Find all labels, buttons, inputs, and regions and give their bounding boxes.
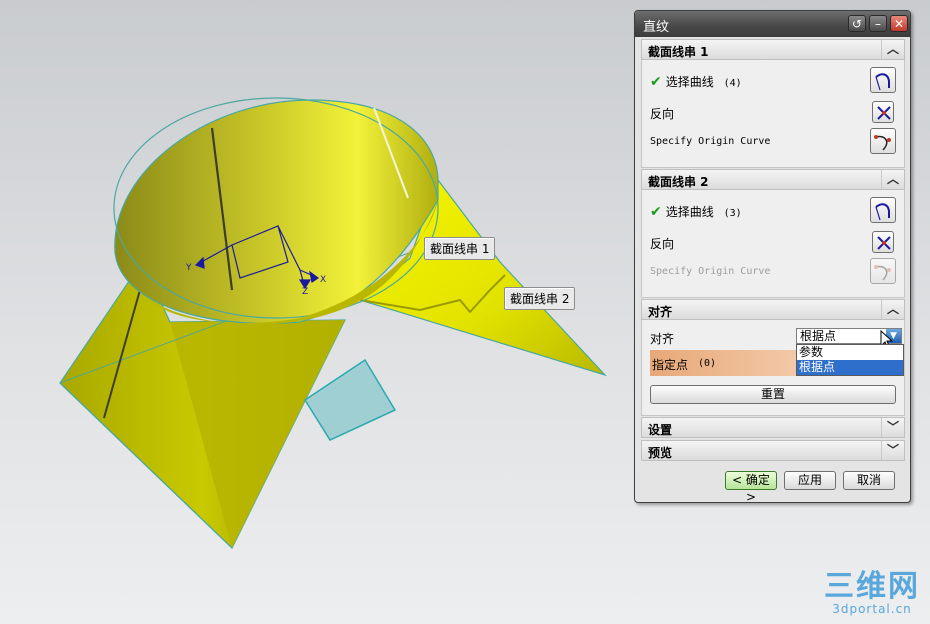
- reverse-direction-button-1[interactable]: [872, 101, 894, 123]
- reverse-label-1: 反向: [650, 107, 675, 121]
- axis-z-label: Z: [302, 287, 308, 297]
- apply-button[interactable]: 应用: [784, 471, 836, 490]
- select-curve-count: (4): [723, 78, 742, 89]
- section-string-1-body: ✔ 选择曲线 (4) 反向 Specify Origin Curve: [641, 60, 905, 168]
- alignment-option-by-points[interactable]: 根据点: [797, 360, 903, 375]
- axis-x-label: X: [320, 275, 326, 285]
- watermark-sub: 3dportal.cn: [832, 602, 912, 616]
- alignment-label: 对齐: [650, 332, 675, 346]
- preview-header[interactable]: 预览 ﹀: [641, 440, 905, 461]
- section-string-2-header[interactable]: 截面线串 2 ︿: [641, 169, 905, 190]
- reverse-direction-button-2[interactable]: [872, 231, 894, 253]
- cancel-button[interactable]: 取消: [843, 471, 895, 490]
- reset-dialog-icon[interactable]: ↺: [848, 15, 866, 32]
- reverse-direction-icon: [877, 106, 891, 120]
- dialog-titlebar[interactable]: 直纹 ↺ – ✕: [635, 11, 910, 37]
- settings-header[interactable]: 设置 ﹀: [641, 417, 905, 438]
- section-string-1-title: 截面线串 1: [648, 45, 709, 59]
- alignment-body: 对齐 根据点 ▼ 参数 根据点 指定点 (0) 重置: [641, 320, 905, 416]
- origin-curve-icon: [874, 265, 891, 281]
- collapse-chevron-icon[interactable]: ︿: [881, 300, 904, 319]
- select-curve-label: 选择曲线: [665, 75, 714, 89]
- specify-point-row[interactable]: 指定点 (0): [650, 350, 800, 376]
- curve-icon: [875, 203, 890, 221]
- alignment-header[interactable]: 对齐 ︿: [641, 299, 905, 320]
- alignment-dropdown-list[interactable]: 参数 根据点: [796, 344, 904, 376]
- ok-button[interactable]: < 确定 >: [725, 471, 777, 504]
- specify-point-count: (0): [698, 358, 717, 369]
- section-string-2-title: 截面线串 2: [648, 175, 709, 189]
- ruled-dialog: 直纹 ↺ – ✕ 截面线串 1 ︿ ✔ 选择曲线 (4) 反向 Specify O…: [634, 10, 911, 504]
- settings-title: 设置: [648, 423, 673, 437]
- alignment-title: 对齐: [648, 305, 673, 319]
- collapse-chevron-icon[interactable]: ︿: [881, 40, 904, 59]
- expand-chevron-icon[interactable]: ﹀: [881, 418, 904, 437]
- alignment-selected-value: 根据点: [800, 329, 837, 343]
- reset-button[interactable]: 重置: [650, 385, 896, 404]
- watermark-logo: 三维网 3dportal.cn: [824, 569, 920, 617]
- check-icon: ✔: [650, 204, 662, 220]
- select-curve-count: (3): [723, 208, 742, 219]
- origin-curve-icon: [874, 135, 891, 151]
- curve-select-button[interactable]: [870, 197, 896, 223]
- minimize-icon[interactable]: –: [869, 15, 887, 32]
- select-curve-row-2: ✔ 选择曲线 (3): [650, 203, 742, 220]
- collapse-chevron-icon[interactable]: ︿: [881, 170, 904, 189]
- alignment-option-parameter[interactable]: 参数: [797, 345, 903, 360]
- specify-point-label: 指定点: [652, 358, 689, 372]
- watermark-main: 三维网: [824, 569, 920, 604]
- select-curve-label: 选择曲线: [665, 205, 714, 219]
- close-icon[interactable]: ✕: [890, 15, 908, 32]
- check-icon: ✔: [650, 74, 662, 90]
- dialog-title: 直纹: [643, 20, 670, 35]
- expand-chevron-icon[interactable]: ﹀: [881, 441, 904, 460]
- curve-icon: [875, 73, 890, 91]
- origin-curve-button-2[interactable]: [870, 258, 896, 284]
- section-string-1-header[interactable]: 截面线串 1 ︿: [641, 39, 905, 60]
- origin-curve-button-1[interactable]: [870, 128, 896, 154]
- section-string-2-body: ✔ 选择曲线 (3) 反向 Specify Origin Curve: [641, 190, 905, 298]
- callout-section-string-2: 截面线串 2: [504, 287, 576, 310]
- reverse-label-2: 反向: [650, 237, 675, 251]
- origin-curve-label-2: Specify Origin Curve: [650, 266, 771, 277]
- axis-y-label: Y: [185, 263, 192, 273]
- preview-title: 预览: [648, 446, 673, 460]
- reverse-direction-icon: [877, 236, 891, 250]
- select-curve-row-1: ✔ 选择曲线 (4): [650, 73, 742, 90]
- callout-section-string-1: 截面线串 1: [424, 237, 496, 260]
- curve-select-button[interactable]: [870, 67, 896, 93]
- origin-curve-label-1: Specify Origin Curve: [650, 136, 771, 147]
